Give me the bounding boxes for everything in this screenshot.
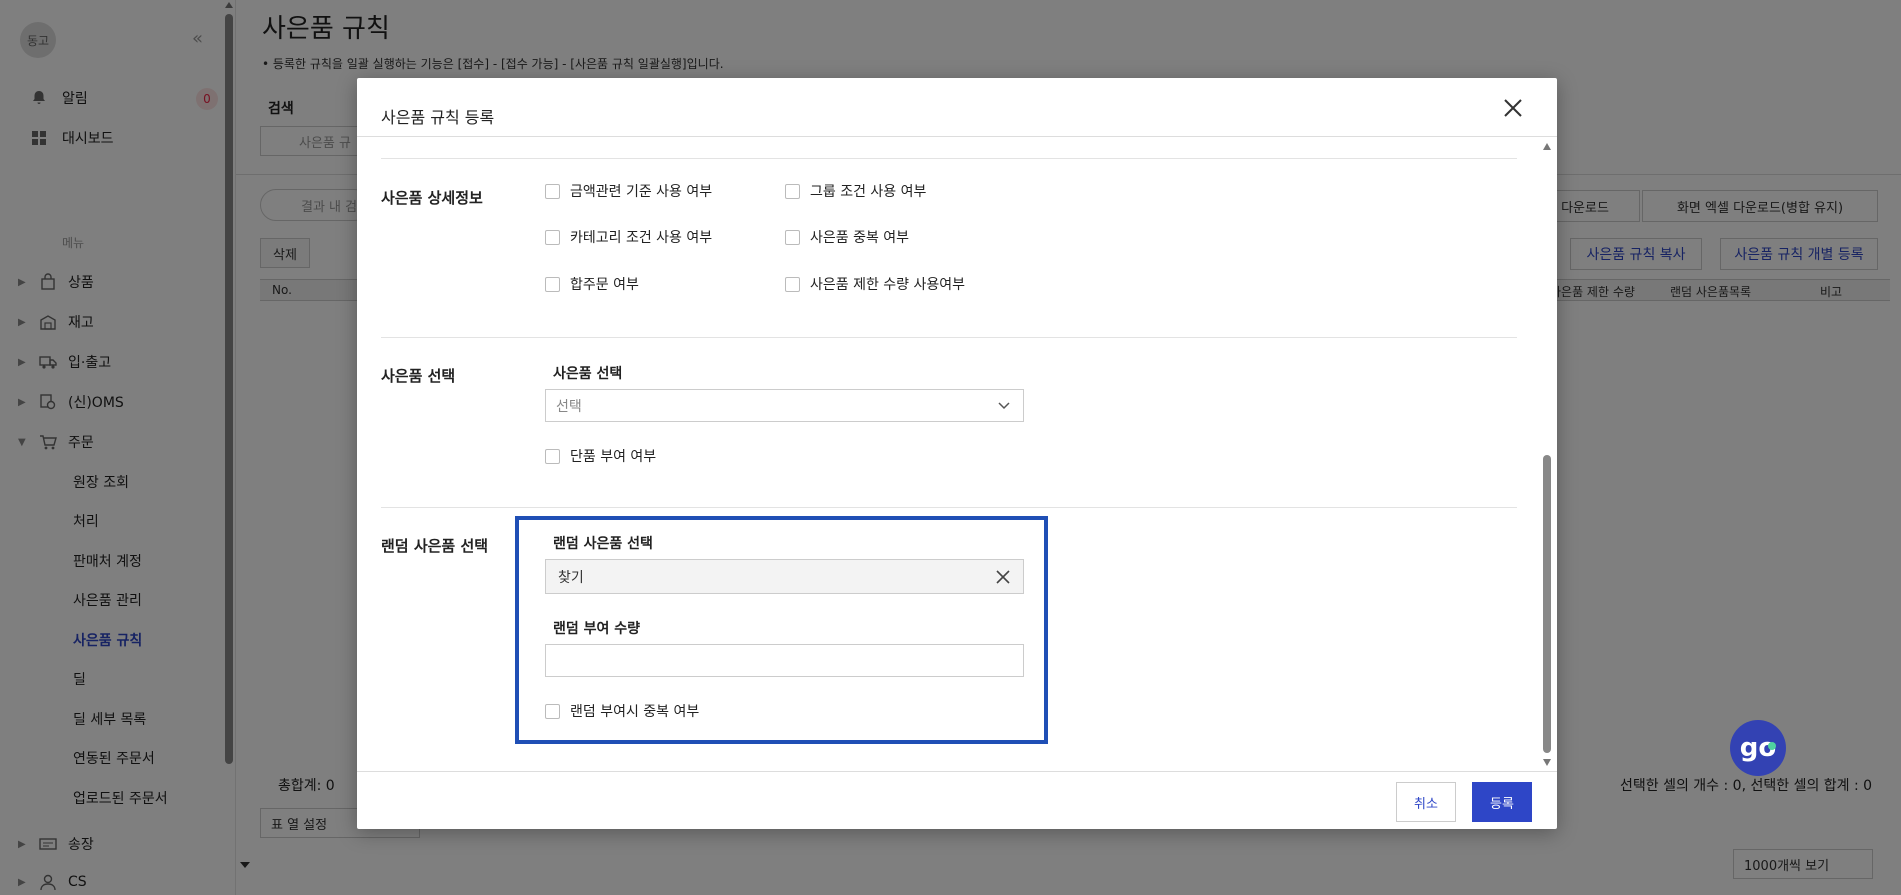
modal-header: 사은품 규칙 등록 [357,78,1557,137]
checkbox-label: 사은품 제한 수량 사용여부 [810,277,966,293]
scroll-up-icon[interactable] [1543,143,1551,150]
checkbox-label: 합주문 여부 [570,277,639,293]
checkbox-box[interactable] [545,276,560,292]
modal-title: 사은품 규칙 등록 [381,108,495,127]
checkbox-box[interactable] [545,229,560,245]
select-value: 선택 [556,398,582,415]
checkbox-group-condition[interactable]: 그룹 조건 사용 여부 [785,181,926,201]
checkbox-limit-quantity[interactable]: 사은품 제한 수량 사용여부 [785,274,965,294]
modal-footer: 취소 등록 [357,771,1557,829]
modal-body: 사은품 상세정보 금액관련 기준 사용 여부 그룹 조건 사용 여부 카테고리 … [357,137,1557,771]
checkbox-amount-criteria[interactable]: 금액관련 기준 사용 여부 [545,181,712,201]
checkbox-combined-order[interactable]: 합주문 여부 [545,274,639,294]
divider [381,337,1517,338]
divider [381,507,1517,508]
checkbox-label: 그룹 조건 사용 여부 [810,184,927,200]
checkbox-box[interactable] [545,183,560,199]
close-icon[interactable] [1499,94,1527,122]
checkbox-label: 사은품 중복 여부 [810,230,910,246]
gift-select-dropdown[interactable]: 선택 [545,389,1024,422]
checkbox-gift-duplicate[interactable]: 사은품 중복 여부 [785,227,909,247]
checkbox-single-item[interactable]: 단품 부여 여부 [545,446,656,466]
gift-rule-register-modal: 사은품 규칙 등록 사은품 상세정보 금액관련 기준 사용 여부 그룹 조건 사… [357,78,1557,829]
field-label-gift-select: 사은품 선택 [553,366,623,382]
chevron-down-icon [997,398,1011,416]
go-chat-button[interactable]: go [1730,720,1786,776]
checkbox-box[interactable] [785,276,800,292]
cancel-button[interactable]: 취소 [1396,782,1456,822]
divider [381,158,1517,159]
checkbox-box[interactable] [785,183,800,199]
checkbox-box[interactable] [785,229,800,245]
submit-button[interactable]: 등록 [1472,782,1532,822]
checkbox-label: 단품 부여 여부 [570,449,657,465]
section-label-detail: 사은품 상세정보 [381,189,483,207]
section-label-select: 사은품 선택 [381,367,456,385]
checkbox-box[interactable] [545,448,560,464]
scrollbar-thumb[interactable] [1543,455,1551,753]
checkbox-label: 금액관련 기준 사용 여부 [570,184,713,200]
checkbox-category-condition[interactable]: 카테고리 조건 사용 여부 [545,227,712,247]
status-dot [1768,742,1776,750]
checkbox-label: 카테고리 조건 사용 여부 [570,230,713,246]
scroll-down-icon[interactable] [1543,759,1551,766]
modal-scrollbar[interactable] [1540,137,1554,771]
section-label-random: 랜덤 사은품 선택 [381,537,489,555]
highlight-box [515,516,1048,744]
